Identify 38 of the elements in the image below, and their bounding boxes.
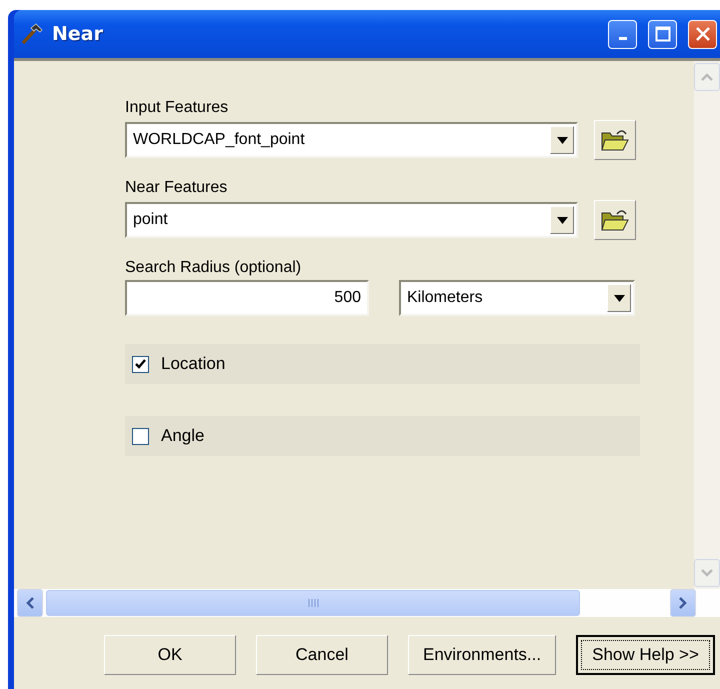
checkbox-label: Location [161,354,226,374]
dialog-button[interactable]: Cancel [256,635,388,675]
dropdown-button[interactable] [550,126,574,154]
scroll-left-button[interactable] [17,589,43,617]
maximize-icon [654,26,670,42]
dropdown-button[interactable] [607,284,631,312]
radius-input[interactable]: 500 [125,280,369,316]
field-label: Input Features [125,99,230,117]
dialog-button[interactable]: Show Help >> [576,635,715,675]
browse-button[interactable] [594,200,636,240]
dropdown-field[interactable]: WORLDCAP_font_point [125,122,578,158]
checkbox[interactable] [132,428,149,444]
caret-icon [556,216,568,224]
folder-icon [601,128,629,152]
field-label: Search Radius (optional) [125,259,302,277]
minimize-button[interactable] [608,20,637,48]
caret-icon [556,136,568,144]
horizontal-scrollbar[interactable] [14,589,720,617]
unit-dropdown[interactable]: Kilometers [399,280,635,316]
window-title: Near [52,23,104,45]
dropdown-field[interactable]: point [125,202,578,238]
maximize-button[interactable] [648,20,677,48]
checkbox[interactable] [132,356,149,372]
caret-icon [614,294,624,302]
dropdown-button[interactable] [550,206,574,234]
grip-icon [307,598,319,608]
checkbox-label: Angle [161,426,204,446]
dialog-button[interactable]: Environments... [408,635,556,675]
folder-icon [601,208,629,232]
minimize-icon [618,37,626,40]
close-icon [694,26,710,42]
field-label: Near Features [125,179,228,197]
scroll-thumb[interactable] [46,590,580,616]
dialog-button[interactable]: OK [104,635,236,675]
hammer-icon [20,22,44,46]
close-button[interactable] [688,20,717,48]
browse-button[interactable] [594,120,636,160]
scroll-right-button[interactable] [670,589,696,617]
